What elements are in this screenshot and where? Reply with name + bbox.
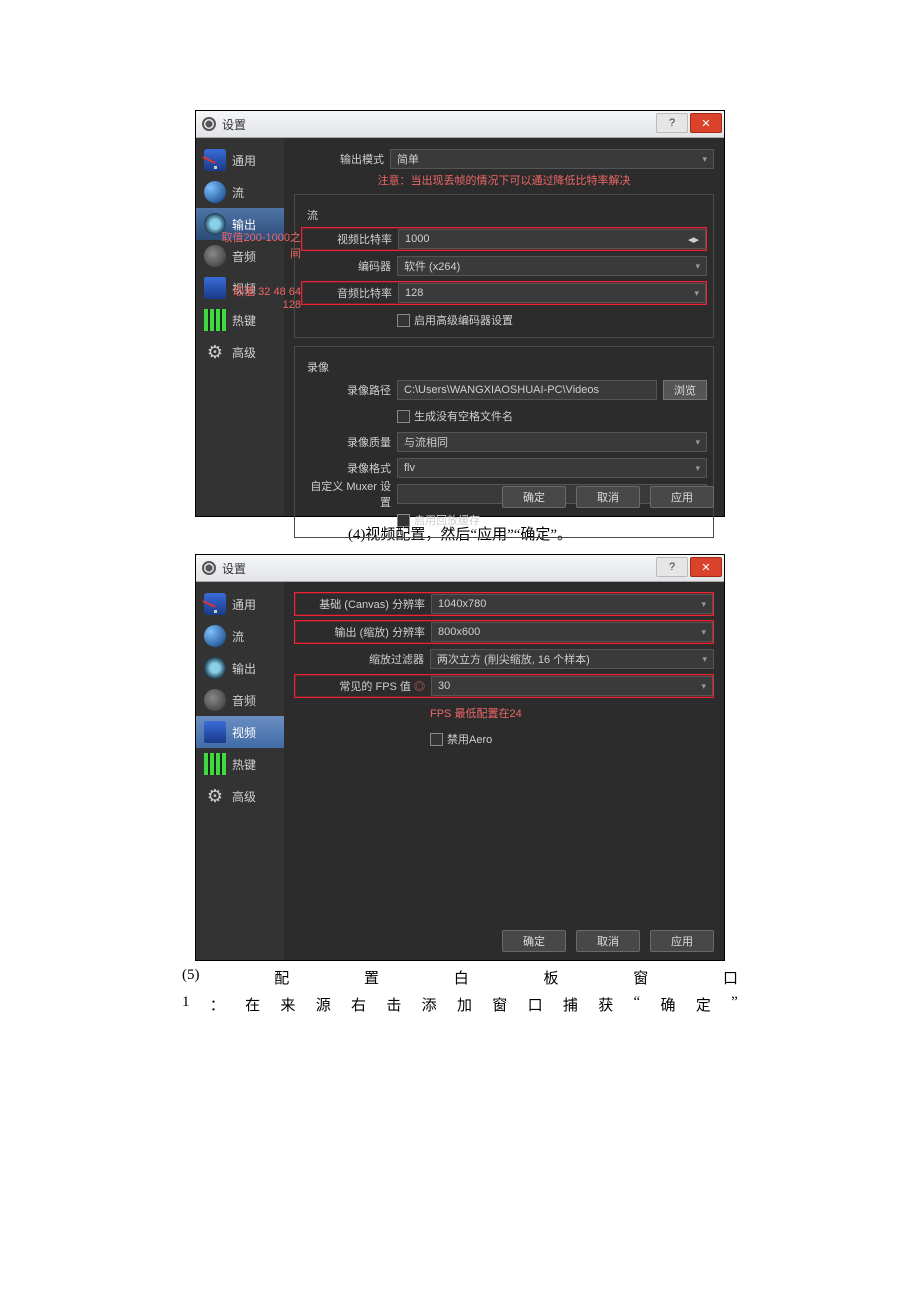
chevron-down-icon: ▾	[701, 681, 706, 692]
settings-window-video: 设置 ? ✕ 通用 流 输出 音频 视频 热键 ⚙高级 基础 (Canvas) …	[195, 554, 725, 961]
checkbox-icon	[397, 314, 410, 327]
fps-select[interactable]: 30▾	[431, 676, 713, 696]
sidebar-item-audio[interactable]: 音频	[196, 684, 284, 716]
content-pane: 输出模式 简单▾ 注意：当出现丢帧的情况下可以通过降低比特率解决 流 取值200…	[284, 138, 724, 516]
stream-section-title: 流	[307, 207, 707, 223]
chevron-down-icon: ▾	[695, 463, 700, 474]
stream-panel: 流 取值200-1000之间 视频比特率 1000◂▸ 编码器 软件 (x264…	[294, 194, 714, 338]
output-mode-label: 输出模式	[294, 151, 390, 167]
titlebar: 设置 ? ✕	[196, 111, 724, 138]
chevron-down-icon: ▾	[701, 627, 706, 638]
enable-advanced-encoder-checkbox[interactable]: 启用高级编码器设置	[397, 312, 513, 328]
sidebar-item-hotkeys[interactable]: 热键	[196, 748, 284, 780]
apply-button[interactable]: 应用	[650, 930, 714, 952]
no-space-filename-checkbox[interactable]: 生成没有空格文件名	[397, 408, 513, 424]
record-format-label: 录像格式	[301, 460, 397, 476]
output-res-label: 输出 (缩放) 分辨率	[295, 624, 431, 640]
record-path-input[interactable]: C:\Users\WANGXIAOSHUAI-PC\Videos	[397, 380, 657, 400]
muxer-label: 自定义 Muxer 设置	[301, 478, 397, 510]
browse-button[interactable]: 浏览	[663, 380, 707, 400]
gear-icon	[202, 117, 216, 131]
chevron-down-icon: ▾	[702, 154, 707, 165]
enable-replay-checkbox[interactable]: 启用回放缓存	[397, 512, 480, 528]
window-title: 设置	[222, 560, 246, 577]
globe-icon	[204, 625, 226, 647]
record-panel: 录像 录像路径 C:\Users\WANGXIAOSHUAI-PC\Videos…	[294, 346, 714, 538]
checkbox-icon	[397, 514, 410, 527]
ok-button[interactable]: 确定	[502, 930, 566, 952]
chevron-down-icon: ▾	[695, 261, 700, 272]
keyboard-icon	[204, 753, 226, 775]
sidebar-item-output[interactable]: 输出	[196, 652, 284, 684]
fps-note: FPS 最低配置在24	[430, 705, 714, 721]
stepper-icon: ◂▸	[688, 233, 699, 246]
video-bitrate-label: 视频比特率	[302, 231, 398, 247]
monitor-icon	[204, 149, 226, 171]
sidebar-item-stream[interactable]: 流	[196, 176, 284, 208]
sidebar: 通用 流 输出 音频 视频 热键 ⚙高级	[196, 582, 284, 960]
sidebar-item-advanced[interactable]: ⚙高级	[196, 336, 284, 368]
base-res-select[interactable]: 1040x780▾	[431, 594, 713, 614]
close-button[interactable]: ✕	[690, 113, 722, 133]
sidebar: 通用 流 输出 音频 视频 热键 ⚙高级	[196, 138, 284, 516]
output-res-select[interactable]: 800x600▾	[431, 622, 713, 642]
chevron-down-icon: ▾	[695, 437, 700, 448]
bitrate-warning: 注意：当出现丢帧的情况下可以通过降低比特率解决	[294, 172, 714, 188]
keyboard-icon	[204, 309, 226, 331]
output-mode-select[interactable]: 简单▾	[390, 149, 714, 169]
help-button[interactable]: ?	[656, 113, 688, 133]
settings-window-output: 设置 ? ✕ 通用 流 输出 音频 视频 热键 ⚙高级 输出模式 简单▾	[195, 110, 725, 517]
sidebar-item-video[interactable]: 视频	[196, 716, 284, 748]
window-title: 设置	[222, 116, 246, 133]
base-res-label: 基础 (Canvas) 分辨率	[295, 596, 431, 612]
sidebar-item-advanced[interactable]: ⚙高级	[196, 780, 284, 812]
globe-icon	[204, 181, 226, 203]
chevron-down-icon: ▾	[702, 654, 707, 665]
chevron-down-icon: ▾	[701, 599, 706, 610]
record-quality-label: 录像质量	[301, 434, 397, 450]
encoder-select[interactable]: 软件 (x264)▾	[397, 256, 707, 276]
sidebar-item-stream[interactable]: 流	[196, 620, 284, 652]
record-path-label: 录像路径	[301, 382, 397, 398]
gears-icon: ⚙	[204, 341, 226, 363]
apply-button[interactable]: 应用	[650, 486, 714, 508]
content-pane: 基础 (Canvas) 分辨率 1040x780▾ 输出 (缩放) 分辨率 80…	[284, 582, 724, 960]
checkbox-icon	[397, 410, 410, 423]
video-bitrate-hint: 取值200-1000之间	[213, 229, 301, 261]
cancel-button[interactable]: 取消	[576, 486, 640, 508]
help-button[interactable]: ?	[656, 557, 688, 577]
audio-bitrate-select[interactable]: 128▾	[398, 283, 706, 303]
antenna-icon	[204, 657, 226, 679]
video-bitrate-input[interactable]: 1000◂▸	[398, 229, 706, 249]
ok-button[interactable]: 确定	[502, 486, 566, 508]
close-button[interactable]: ✕	[690, 557, 722, 577]
encoder-label: 编码器	[301, 258, 397, 274]
fps-label: 常见的 FPS 值 ◎	[295, 678, 431, 694]
sidebar-item-general[interactable]: 通用	[196, 144, 284, 176]
checkbox-icon	[430, 733, 443, 746]
disable-aero-checkbox[interactable]: 禁用Aero	[430, 731, 492, 747]
filter-label: 缩放过滤器	[294, 651, 430, 667]
gear-icon	[202, 561, 216, 575]
screen-icon	[204, 721, 226, 743]
audio-bitrate-hint: 取值 32 48 64 128	[213, 283, 301, 311]
gears-icon: ⚙	[204, 785, 226, 807]
caption-step5-line2: 1：在来源右击添加窗口捕获“确定”	[182, 994, 738, 1015]
speaker-icon	[204, 689, 226, 711]
audio-bitrate-label: 音频比特率	[302, 285, 398, 301]
cancel-button[interactable]: 取消	[576, 930, 640, 952]
filter-select[interactable]: 两次立方 (削尖缩放, 16 个样本)▾	[430, 649, 714, 669]
chevron-down-icon: ▾	[694, 288, 699, 299]
record-quality-select[interactable]: 与流相同▾	[397, 432, 707, 452]
record-section-title: 录像	[307, 359, 707, 375]
caption-step5-line1: (5)配置白板窗口	[182, 967, 738, 988]
record-format-select[interactable]: flv▾	[397, 458, 707, 478]
sidebar-item-general[interactable]: 通用	[196, 588, 284, 620]
monitor-icon	[204, 593, 226, 615]
titlebar: 设置 ? ✕	[196, 555, 724, 582]
